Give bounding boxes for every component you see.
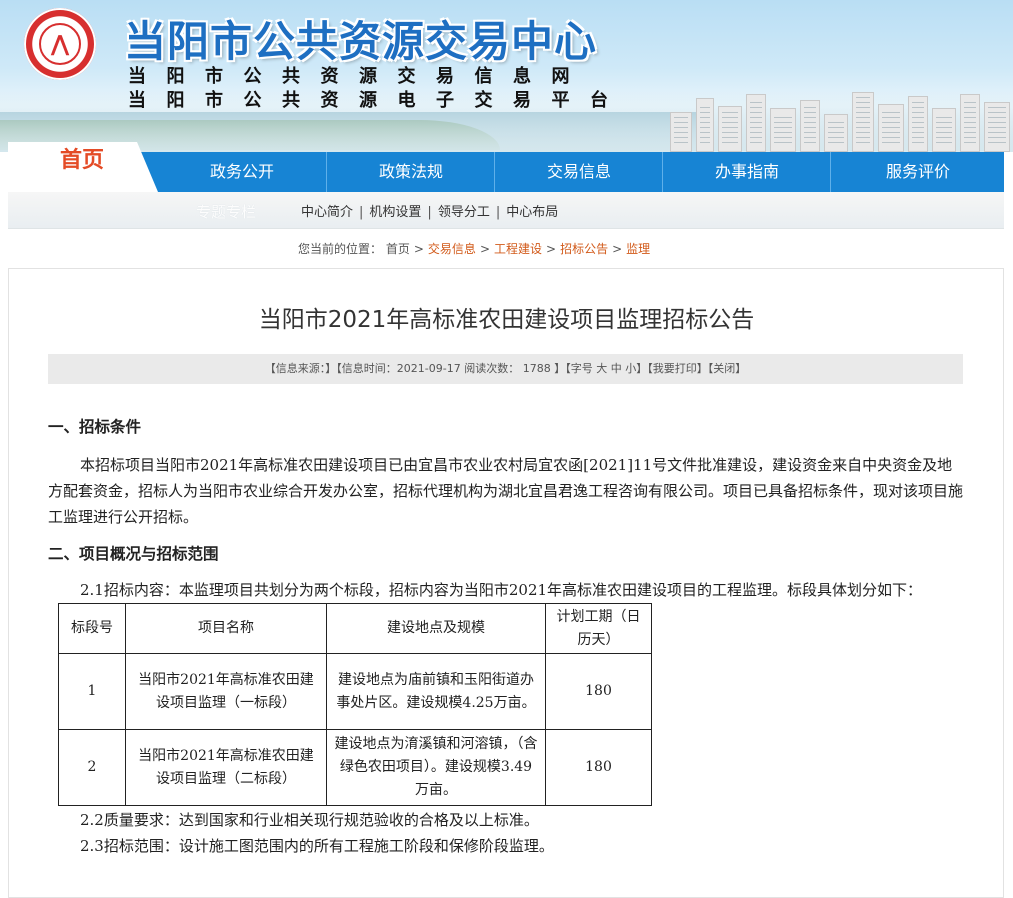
- site-title: 当阳市公共资源交易中心: [124, 17, 598, 66]
- meta-read-count: 1788: [522, 362, 551, 375]
- nav-item-trade-info[interactable]: 交易信息: [494, 152, 663, 192]
- subnav-separator: |: [359, 205, 364, 220]
- site-subtitle-2: 当阳市公共资源电子交易平台: [128, 90, 629, 111]
- breadcrumb-home[interactable]: 首页: [386, 242, 410, 256]
- table-cell-lot-no: 1: [58, 653, 126, 730]
- table-header-location-scale: 建设地点及规模: [326, 603, 546, 654]
- table-header-lot-no: 标段号: [58, 603, 126, 654]
- subnav-link-layout[interactable]: 中心布局: [503, 205, 561, 220]
- nav-item-policy[interactable]: 政策法规: [326, 152, 495, 192]
- city-skyline: [640, 88, 1013, 152]
- meta-print-link[interactable]: 【我要打印】: [647, 362, 708, 375]
- section-2-2-paragraph: 2.2质量要求：达到国家和行业相关现行规范验收的合格及以上标准。: [80, 811, 539, 829]
- table-header-project-name: 项目名称: [125, 603, 327, 654]
- sub-nav: 专题专栏 中心简介 | 机构设置 | 领导分工 | 中心布局: [8, 192, 1004, 229]
- table-cell-project-name: 当阳市2021年高标准农田建设项目监理（二标段）: [125, 729, 327, 806]
- breadcrumb-arrow: >: [413, 242, 424, 256]
- table-cell-duration: 180: [545, 729, 652, 806]
- article-meta-bar: 【信息来源：】【信息时间：2021-09-17 阅读次数： 1788 】【字号 …: [48, 354, 963, 384]
- section-2-3-paragraph: 2.3招标范围：设计施工图范围内的所有工程施工阶段和保修阶段监理。: [80, 837, 554, 855]
- meta-close-link[interactable]: 【关闭】: [708, 362, 747, 375]
- table-header-duration: 计划工期（日历天）: [545, 603, 652, 654]
- table-row: 2 当阳市2021年高标准农田建设项目监理（二标段） 建设地点为淯溪镇和河溶镇，…: [58, 729, 652, 806]
- table-header-row: 标段号 项目名称 建设地点及规模 计划工期（日历天）: [58, 603, 652, 654]
- breadcrumb-arrow: >: [546, 242, 557, 256]
- article-body: 一、招标条件 本招标项目当阳市2021年高标准农田建设项目已由宜昌市农业农村局宜…: [48, 414, 966, 859]
- nav-item-guide[interactable]: 办事指南: [662, 152, 831, 192]
- table-cell-location-scale: 建设地点为淯溪镇和河溶镇，（含绿色农田项目）。建设规模3.49万亩。: [326, 729, 546, 806]
- subnav-link-leaders[interactable]: 领导分工: [435, 205, 493, 220]
- subnav-links: 中心简介 | 机构设置 | 领导分工 | 中心布局: [298, 201, 561, 220]
- header-banner: ⋀ 当阳市公共资源交易中心 当阳市公共资源交易信息网 当阳市公共资源电子交易平台: [0, 0, 1013, 152]
- meta-time: 【信息时间：2021-09-17 阅读次数：: [336, 362, 520, 375]
- breadcrumb: 您当前的位置： 首页 > 交易信息 > 工程建设 > 招标公告 > 监理: [298, 240, 650, 257]
- section-1-paragraph: 本招标项目当阳市2021年高标准农田建设项目已由宜昌市农业农村局宜农函[2021…: [48, 456, 964, 526]
- breadcrumb-supervision[interactable]: 监理: [626, 242, 650, 256]
- breadcrumb-arrow: >: [612, 242, 623, 256]
- breadcrumb-construction[interactable]: 工程建设: [494, 242, 542, 256]
- table-cell-location-scale: 建设地点为庙前镇和玉阳街道办事处片区。建设规模4.25万亩。: [326, 653, 546, 730]
- section-heading-1: 一、招标条件: [48, 418, 142, 436]
- main-nav: 首页 政务公开 政策法规 交易信息 办事指南 服务评价: [8, 142, 1005, 193]
- section-heading-2: 二、项目概况与招标范围: [48, 545, 219, 563]
- section-2-1-paragraph: 2.1招标内容：本监理项目共划分为两个标段，招标内容为当阳市2021年高标准农田…: [80, 581, 923, 599]
- breadcrumb-tender-notice[interactable]: 招标公告: [560, 242, 608, 256]
- table-cell-project-name: 当阳市2021年高标准农田建设项目监理（一标段）: [125, 653, 327, 730]
- subnav-link-intro[interactable]: 中心简介: [298, 205, 356, 220]
- table-cell-lot-no: 2: [58, 729, 126, 806]
- nav-item-service-eval[interactable]: 服务评价: [830, 152, 1005, 192]
- lots-table: 标段号 项目名称 建设地点及规模 计划工期（日历天） 1 当阳市2021年高标准…: [58, 603, 652, 806]
- breadcrumb-arrow: >: [479, 242, 490, 256]
- meta-source: 【信息来源：】: [264, 362, 337, 375]
- subnav-ghost-label[interactable]: 专题专栏: [196, 201, 256, 222]
- nav-item-gov-affairs[interactable]: 政务公开: [158, 152, 326, 192]
- subnav-separator: |: [495, 205, 501, 220]
- subnav-separator: |: [427, 205, 432, 220]
- article-title: 当阳市2021年高标准农田建设项目监理招标公告: [258, 307, 755, 333]
- logo-emblem: ⋀: [39, 23, 81, 65]
- site-logo-icon[interactable]: ⋀: [24, 8, 96, 80]
- nav-home[interactable]: 首页: [8, 142, 158, 192]
- table-cell-duration: 180: [545, 653, 652, 730]
- site-subtitle-1: 当阳市公共资源交易信息网: [128, 66, 590, 87]
- breadcrumb-trade-info[interactable]: 交易信息: [428, 242, 476, 256]
- meta-font-size[interactable]: 】【字号 大 中 小】: [554, 362, 647, 375]
- table-row: 1 当阳市2021年高标准农田建设项目监理（一标段） 建设地点为庙前镇和玉阳街道…: [58, 653, 652, 730]
- subnav-link-org[interactable]: 机构设置: [366, 205, 424, 220]
- breadcrumb-label: 您当前的位置：: [298, 242, 383, 256]
